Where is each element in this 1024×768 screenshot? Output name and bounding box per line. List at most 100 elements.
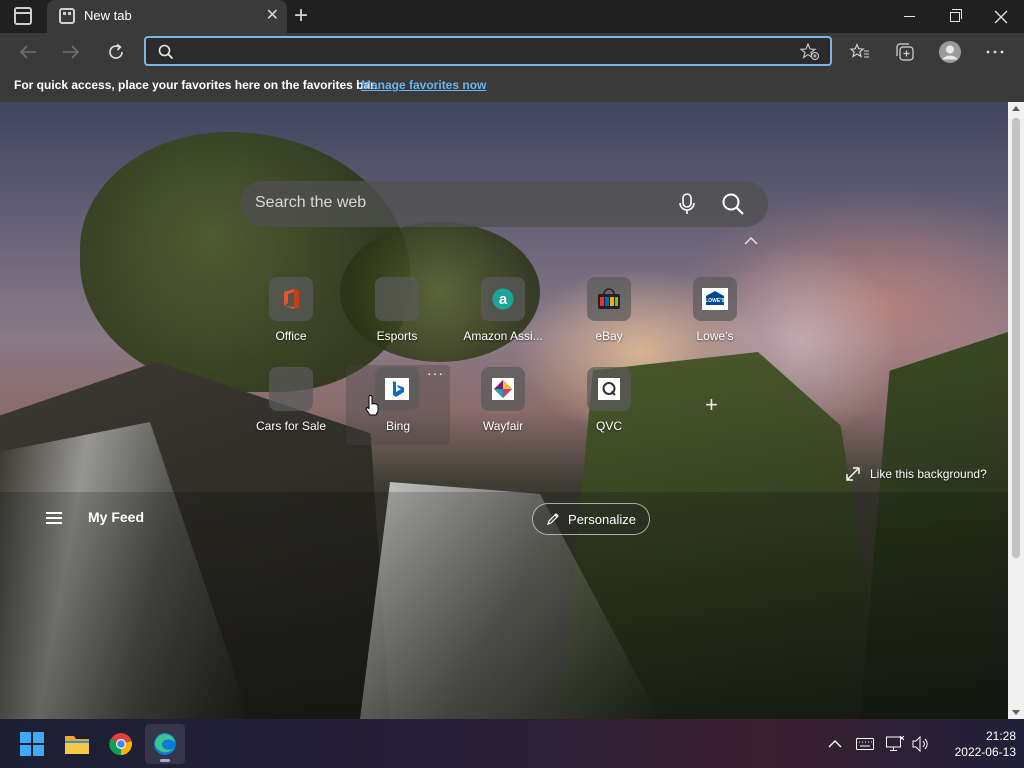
scroll-up-arrow-icon[interactable] [1012, 106, 1020, 111]
show-hidden-icons-icon[interactable] [828, 739, 842, 749]
tab-actions-icon[interactable] [14, 7, 32, 25]
quick-link-cars-for-sale[interactable]: Cars for Sale [246, 367, 336, 443]
forward-arrow-icon [63, 45, 80, 59]
favorites-icon [850, 43, 869, 58]
web-search-placeholder: Search the web [255, 194, 367, 211]
chrome-icon [109, 733, 132, 756]
personalize-label: Personalize [568, 511, 636, 527]
start-button[interactable] [12, 724, 52, 764]
volume-icon[interactable] [912, 735, 930, 752]
add-shortcut-icon[interactable]: + [705, 394, 718, 416]
forward-button[interactable] [56, 37, 86, 67]
quick-link-office[interactable]: Office [246, 277, 336, 353]
tile-label: Cars for Sale [255, 419, 327, 433]
minimize-button[interactable] [886, 0, 932, 33]
settings-and-more-button[interactable] [980, 37, 1010, 67]
expand-icon [846, 467, 860, 481]
hand-cursor-icon [365, 395, 379, 416]
quick-link-lowes[interactable]: LOWE'S Lowe's [670, 277, 760, 353]
tile-icon-box [587, 367, 631, 411]
like-background-label: Like this background? [870, 467, 987, 481]
clock-time: 21:28 [985, 729, 1016, 743]
close-icon [994, 10, 1008, 23]
quick-link-ebay[interactable]: eBay [564, 277, 654, 353]
edge-button[interactable] [145, 724, 185, 764]
windows-start-icon [20, 732, 44, 756]
web-search-icon[interactable] [721, 192, 745, 216]
personalize-button[interactable]: Personalize [532, 503, 650, 535]
lowes-icon: LOWE'S [702, 288, 728, 310]
title-bar: New tab ✕ + [0, 0, 1024, 33]
hamburger-menu-icon[interactable] [46, 512, 62, 524]
tile-label: Bing [385, 419, 411, 433]
tile-more-options-icon[interactable]: ··· [427, 365, 444, 381]
lowes-logo-text: LOWE'S [705, 298, 725, 304]
clock[interactable]: 21:28 2022-06-13 [936, 728, 1016, 760]
restore-button[interactable] [932, 0, 978, 33]
office-icon [284, 289, 299, 309]
scroll-down-arrow-icon[interactable] [1012, 710, 1020, 715]
feed-bar: My Feed Personalize [0, 493, 1008, 543]
tile-icon-box [375, 277, 419, 321]
refresh-icon [109, 43, 123, 59]
tile-icon-box [375, 367, 419, 411]
scroll-thumb[interactable] [1012, 118, 1020, 558]
tile-icon-box [587, 277, 631, 321]
collections-button[interactable] [890, 37, 920, 67]
refresh-button[interactable] [101, 37, 131, 67]
file-explorer-icon [65, 736, 89, 754]
tab-new-tab[interactable]: New tab ✕ [47, 0, 287, 33]
address-input[interactable] [180, 41, 780, 61]
address-bar[interactable] [144, 36, 832, 66]
new-tab-button[interactable]: + [294, 3, 308, 29]
new-tab-favicon-icon [59, 8, 75, 24]
bing-icon [385, 378, 409, 400]
web-search-box[interactable]: Search the web [240, 181, 768, 227]
microphone-icon[interactable] [677, 193, 697, 215]
tab-close-icon[interactable]: ✕ [266, 7, 279, 25]
tile-label: Office [275, 329, 307, 343]
like-background-button[interactable]: Like this background? [846, 467, 987, 481]
tab-title: New tab [84, 8, 132, 23]
new-tab-page: Search the web Office Esports a Amazon A… [0, 102, 1008, 719]
chevron-up-icon[interactable] [742, 235, 760, 247]
my-feed-title[interactable]: My Feed [88, 509, 144, 525]
pencil-icon [547, 513, 559, 525]
tile-icon-box [269, 367, 313, 411]
tile-label: eBay [595, 329, 623, 343]
close-window-button[interactable] [978, 0, 1024, 33]
tile-icon-box [481, 367, 525, 411]
page-scrollbar[interactable] [1008, 102, 1024, 719]
active-indicator [160, 759, 170, 762]
tile-label: QVC [595, 419, 622, 433]
favorites-bar: For quick access, place your favorites h… [0, 71, 1024, 102]
quick-link-bing[interactable]: ··· Bing [346, 365, 450, 445]
ebay-icon [598, 288, 620, 309]
svg-text:a: a [499, 291, 508, 308]
clock-date: 2022-06-13 [954, 745, 1016, 759]
minimize-icon [903, 16, 915, 17]
network-icon[interactable] [886, 735, 904, 752]
favorites-bar-hint: For quick access, place your favorites h… [14, 78, 378, 92]
collections-icon [896, 43, 914, 61]
favorites-button[interactable] [845, 37, 875, 67]
tile-label: Wayfair [482, 419, 524, 433]
file-explorer-button[interactable] [57, 724, 97, 764]
quick-link-qvc[interactable]: QVC [564, 367, 654, 443]
qvc-icon [598, 378, 620, 400]
tile-icon-box: LOWE'S [693, 277, 737, 321]
quick-link-wayfair[interactable]: Wayfair [458, 367, 548, 443]
back-button[interactable] [13, 37, 43, 67]
quick-link-amazon-assistant[interactable]: a Amazon Assi... [458, 277, 548, 353]
chrome-button[interactable] [101, 724, 141, 764]
add-favorite-icon[interactable] [800, 43, 820, 61]
keyboard-icon[interactable] [856, 737, 874, 750]
search-icon [158, 44, 174, 60]
tile-label: Esports [376, 329, 418, 343]
restore-icon [950, 8, 962, 22]
manage-favorites-link[interactable]: Manage favorites now [361, 78, 486, 92]
profile-button[interactable] [935, 37, 965, 67]
wayfair-icon [492, 378, 514, 400]
quick-link-esports[interactable]: Esports [352, 277, 442, 353]
more-options-icon [986, 50, 1004, 54]
